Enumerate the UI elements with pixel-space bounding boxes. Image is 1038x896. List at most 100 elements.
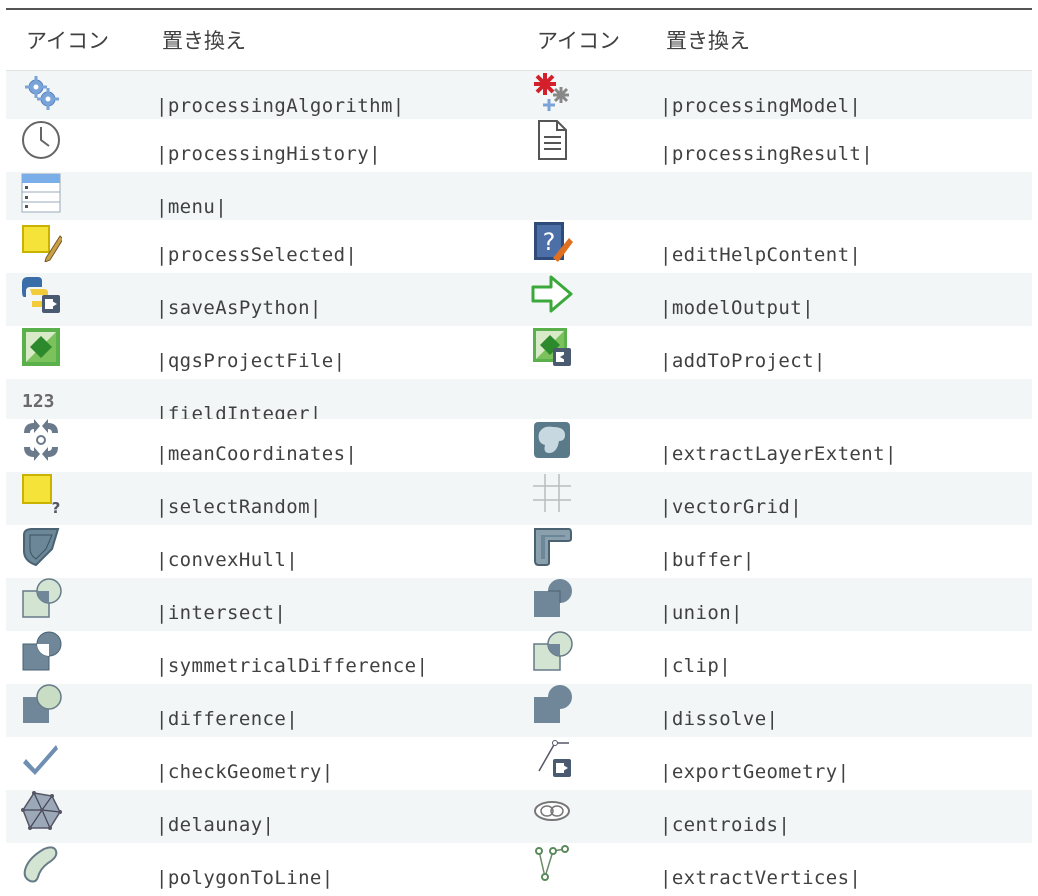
table-row: |checkGeometry| |exportGeometry| bbox=[6, 737, 1032, 790]
icon-cell bbox=[517, 631, 660, 673]
icon-cell: ? bbox=[517, 220, 660, 262]
processing-history-icon bbox=[22, 121, 60, 159]
substitution-code: |processingModel| bbox=[660, 95, 862, 117]
clip-icon bbox=[533, 631, 573, 671]
polygon-to-line-icon bbox=[23, 846, 58, 883]
icon-cell bbox=[6, 172, 156, 214]
buffer-icon bbox=[534, 528, 572, 566]
table-row: |convexHull| |buffer| bbox=[6, 525, 1032, 578]
icon-cell bbox=[517, 737, 660, 779]
processing-result-icon bbox=[538, 120, 567, 160]
header-icon-col-right: アイコン bbox=[537, 29, 620, 53]
table-row: 123 |fieldInteger| bbox=[6, 379, 1032, 425]
icon-cell bbox=[6, 631, 156, 673]
header-replace-col-right: 置き換え bbox=[666, 29, 750, 53]
substitution-code: |modelOutput| bbox=[660, 297, 814, 319]
table-row: |meanCoordinates| |extractLayerExtent| bbox=[6, 419, 1032, 472]
substitution-code: |vectorGrid| bbox=[660, 496, 803, 518]
table-row: |symmetricalDifference| |clip| bbox=[6, 631, 1032, 684]
substitution-code: |union| bbox=[660, 602, 743, 624]
extract-vertices-icon bbox=[535, 845, 569, 881]
export-geometry-icon bbox=[538, 740, 571, 777]
icon-cell bbox=[517, 326, 660, 368]
substitution-code: |processSelected| bbox=[156, 244, 358, 266]
icon-cell bbox=[517, 525, 660, 567]
icon-cell bbox=[6, 119, 156, 161]
icon-cell bbox=[517, 71, 660, 113]
add-to-project-icon bbox=[533, 328, 571, 366]
process-selected-icon bbox=[22, 225, 62, 262]
table-row: |difference| |dissolve| bbox=[6, 684, 1032, 737]
icon-cell bbox=[6, 737, 156, 779]
extract-layer-extent-icon bbox=[534, 422, 570, 458]
dissolve-icon bbox=[534, 685, 572, 723]
model-output-icon bbox=[531, 275, 573, 313]
icon-cell bbox=[6, 684, 156, 726]
substitution-code: |editHelpContent| bbox=[660, 244, 862, 266]
substitution-code: |selectRandom| bbox=[156, 496, 322, 518]
substitution-table: アイコン 置き換え アイコン 置き換え |processingAlgorithm… bbox=[6, 8, 1032, 896]
substitution-code: |saveAsPython| bbox=[156, 297, 322, 319]
icon-cell bbox=[6, 220, 156, 262]
field-integer-icon: 123 bbox=[22, 391, 55, 412]
table-row: |processingAlgorithm| |processingModel| bbox=[6, 71, 1032, 119]
substitution-code: |convexHull| bbox=[156, 549, 299, 571]
substitution-code: |clip| bbox=[660, 655, 732, 677]
symmetrical-difference-icon bbox=[22, 631, 62, 671]
menu-icon bbox=[21, 173, 61, 213]
icon-cell bbox=[6, 790, 156, 832]
substitution-code bbox=[660, 172, 1032, 196]
icon-cell bbox=[6, 273, 156, 315]
table-row: ? |selectRandom| |vectorGrid| bbox=[6, 472, 1032, 525]
substitution-code bbox=[660, 379, 1032, 403]
table-row: |delaunay| |centroids| bbox=[6, 790, 1032, 843]
difference-icon bbox=[23, 684, 62, 723]
icon-cell bbox=[6, 419, 156, 461]
substitution-code: |exportGeometry| bbox=[660, 761, 850, 783]
vector-grid-icon bbox=[533, 474, 571, 512]
header-icon-col-left: アイコン bbox=[26, 29, 109, 53]
substitution-code: |extractLayerExtent| bbox=[660, 443, 897, 465]
substitution-code: |polygonToLine| bbox=[156, 867, 334, 889]
table-row: |intersect| |union| bbox=[6, 578, 1032, 631]
substitution-code: |intersect| bbox=[156, 602, 287, 624]
substitution-code: |processingResult| bbox=[660, 143, 874, 165]
icon-cell: ? bbox=[6, 472, 156, 514]
field-integer-icon-text: 123 bbox=[22, 391, 55, 412]
check-geometry-icon bbox=[23, 745, 58, 775]
table-body: |processingAlgorithm| |processingModel| |p… bbox=[6, 71, 1032, 896]
processing-algorithm-icon bbox=[25, 76, 59, 110]
substitution-code: |delaunay| bbox=[156, 814, 275, 836]
substitution-code: |difference| bbox=[156, 708, 299, 730]
union-icon bbox=[534, 579, 572, 617]
substitution-code: |qgsProjectFile| bbox=[156, 350, 346, 372]
svg-text:?: ? bbox=[52, 499, 61, 514]
substitution-code: |buffer| bbox=[660, 549, 755, 571]
icon-cell bbox=[517, 790, 660, 832]
icon-cell bbox=[6, 578, 156, 620]
icon-cell bbox=[517, 119, 660, 161]
substitution-code: |menu| bbox=[156, 196, 228, 218]
icon-cell bbox=[517, 578, 660, 620]
substitution-code: |addToProject| bbox=[660, 350, 826, 372]
delaunay-icon bbox=[21, 791, 62, 830]
table-row: |polygonToLine| |extractVertices| bbox=[6, 843, 1032, 896]
select-random-icon: ? bbox=[22, 474, 61, 514]
icon-cell bbox=[517, 684, 660, 726]
table-header: アイコン 置き換え アイコン 置き換え bbox=[6, 10, 1032, 71]
icon-cell bbox=[517, 843, 660, 885]
centroids-icon bbox=[534, 801, 570, 821]
table-row: |processSelected|? |editHelpContent| bbox=[6, 220, 1032, 273]
substitution-code: |extractVertices| bbox=[660, 867, 862, 889]
icon-cell bbox=[517, 273, 660, 315]
convex-hull-icon bbox=[23, 528, 60, 567]
edit-help-content-icon: ? bbox=[534, 222, 573, 262]
icon-cell bbox=[6, 843, 156, 885]
icon-cell bbox=[517, 472, 660, 514]
table-row: |menu| bbox=[6, 172, 1032, 220]
table-row: |processingHistory| |processingResult| bbox=[6, 119, 1032, 172]
substitution-code: |processingHistory| bbox=[156, 143, 381, 165]
header-replace-col-left: 置き換え bbox=[162, 29, 246, 53]
icon-cell bbox=[517, 419, 660, 461]
icon-cell bbox=[6, 525, 156, 567]
